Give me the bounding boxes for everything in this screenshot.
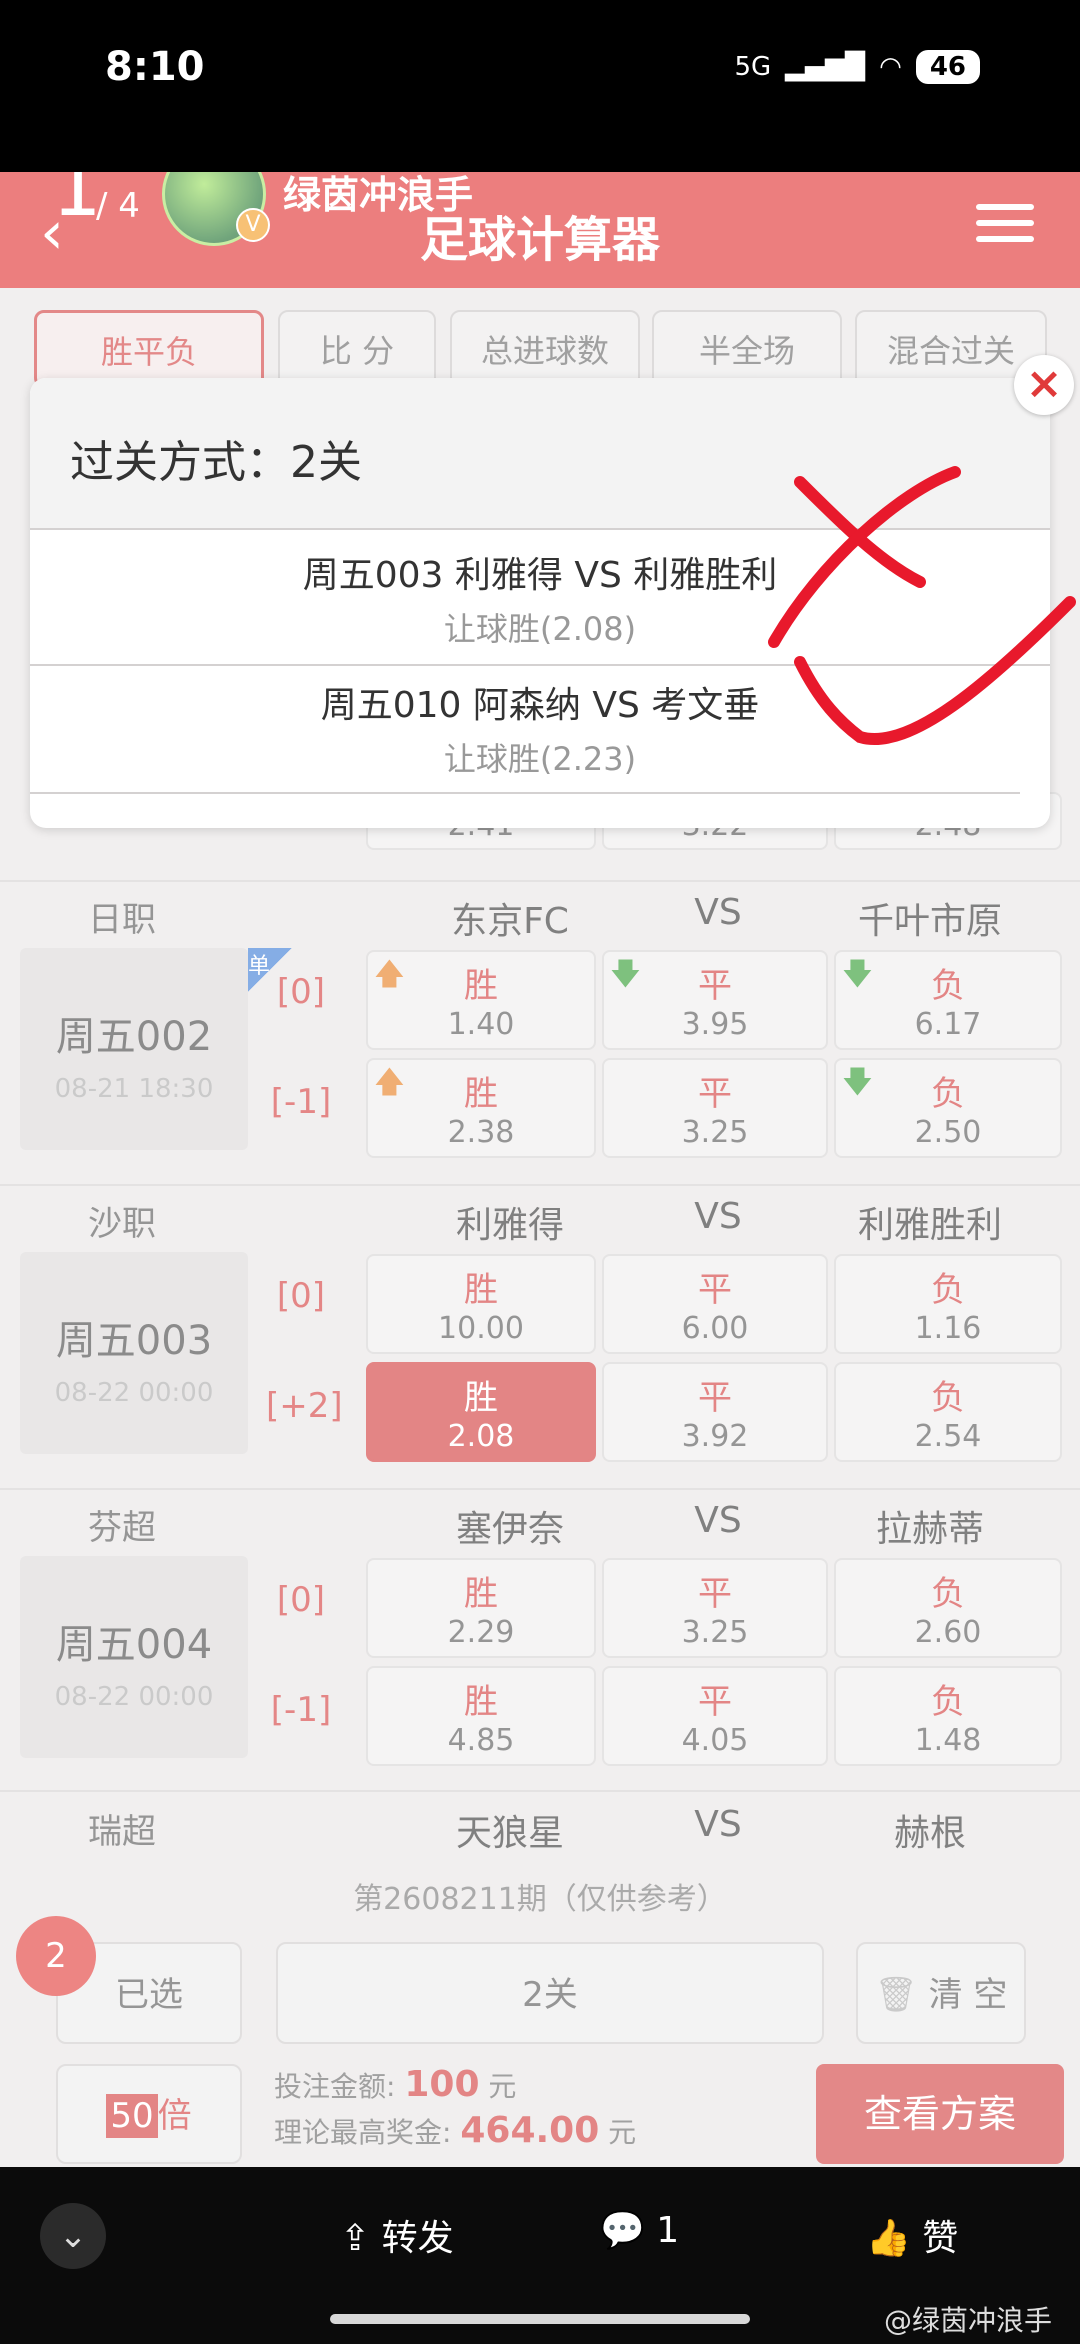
action-bar: ⌄ ⇪ 转发 💬 1 👍 赞 @绿茵冲浪手 [0, 2167, 1080, 2344]
network-label: 5G [734, 52, 772, 82]
status-icons: 5G ▂▄▆█ ◠ 46 [734, 50, 980, 84]
home-indicator[interactable] [330, 2314, 750, 2324]
like-button[interactable]: 👍 赞 [866, 2209, 958, 2261]
forward-button[interactable]: ⇪ 转发 [340, 2209, 454, 2261]
divider [30, 792, 1020, 794]
cross-mark [768, 466, 961, 648]
comment-button[interactable]: 💬 1 [600, 2209, 679, 2251]
thumbs-up-icon: 👍 [866, 2218, 911, 2259]
modal-title: 过关方式：2关 [70, 437, 362, 488]
battery-icon: 46 [915, 50, 980, 84]
chevron-down-icon[interactable]: ⌄ [40, 2203, 106, 2269]
signal-icon: ▂▄▆█ [785, 52, 866, 82]
comment-icon: 💬 [600, 2210, 645, 2251]
app-screen: 足球计算器 ‹ 1 / 4 V 绿茵冲浪手 胜平负 比 分 总进球数 半全场 混… [0, 172, 1080, 2167]
wifi-icon: ◠ [879, 52, 902, 82]
check-mark [794, 596, 1076, 745]
handwritten-marks [768, 466, 1076, 745]
watermark: @绿茵冲浪手 [883, 2304, 1052, 2337]
share-icon: ⇪ [340, 2218, 371, 2259]
status-time: 8:10 [105, 44, 205, 90]
close-icon[interactable]: × [1014, 355, 1074, 415]
